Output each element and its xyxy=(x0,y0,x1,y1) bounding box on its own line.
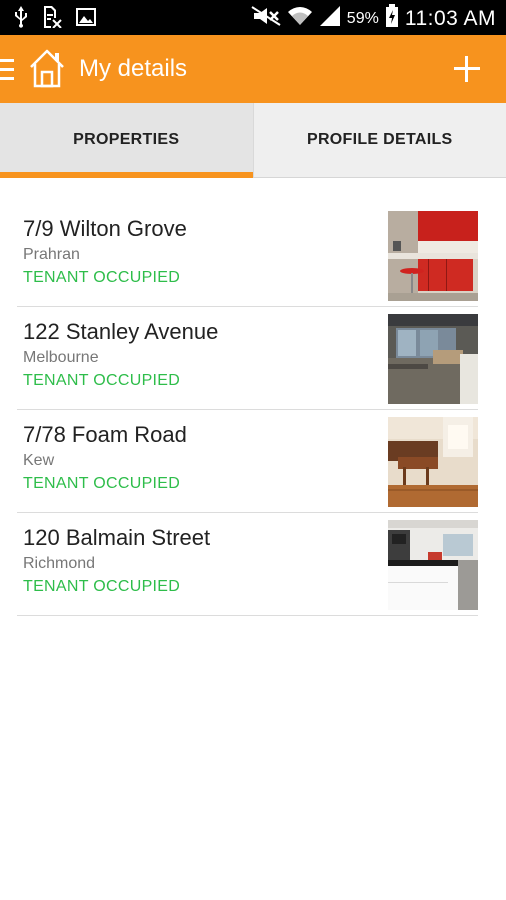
mute-icon xyxy=(251,5,281,32)
property-address: 120 Balmain Street xyxy=(23,525,211,550)
tab-properties[interactable]: PROPERTIES xyxy=(0,103,253,178)
list-item[interactable]: 7/9 Wilton Grove Prahran TENANT OCCUPIED xyxy=(17,204,478,307)
app-bar: My details xyxy=(0,35,506,103)
property-status: TENANT OCCUPIED xyxy=(23,372,181,389)
list-item[interactable]: 7/78 Foam Road Kew TENANT OCCUPIED xyxy=(17,410,478,513)
property-list: 7/9 Wilton Grove Prahran TENANT OCCUPIED… xyxy=(17,204,478,616)
page-title: My details xyxy=(79,55,188,82)
tab-bar: PROPERTIES PROFILE DETAILS xyxy=(0,103,506,178)
wifi-icon xyxy=(287,5,313,32)
property-status: TENANT OCCUPIED xyxy=(23,578,181,595)
signal-icon xyxy=(319,5,341,32)
add-icon[interactable] xyxy=(454,56,480,82)
property-thumbnail xyxy=(388,520,478,610)
tab-profile-details[interactable]: PROFILE DETAILS xyxy=(252,103,506,177)
property-address: 7/78 Foam Road xyxy=(23,422,187,447)
property-address: 7/9 Wilton Grove xyxy=(23,216,187,241)
list-item[interactable]: 120 Balmain Street Richmond TENANT OCCUP… xyxy=(17,513,478,616)
property-status: TENANT OCCUPIED xyxy=(23,269,181,286)
property-suburb: Richmond xyxy=(23,555,96,572)
image-icon xyxy=(76,8,96,31)
usb-icon xyxy=(14,6,28,33)
battery-percent: 59% xyxy=(346,9,379,27)
battery-charging-icon xyxy=(385,4,399,33)
status-bar: 59% 11:03 AM xyxy=(0,0,506,35)
property-thumbnail xyxy=(388,211,478,301)
menu-icon[interactable] xyxy=(0,59,14,81)
property-thumbnail xyxy=(388,417,478,507)
property-suburb: Kew xyxy=(23,452,55,469)
property-suburb: Prahran xyxy=(23,246,80,263)
property-suburb: Melbourne xyxy=(23,349,99,366)
sim-card-x-icon xyxy=(42,6,62,33)
property-thumbnail xyxy=(388,314,478,404)
list-item[interactable]: 122 Stanley Avenue Melbourne TENANT OCCU… xyxy=(17,307,478,410)
clock: 11:03 AM xyxy=(404,6,496,30)
property-address: 122 Stanley Avenue xyxy=(23,319,219,344)
home-icon[interactable] xyxy=(27,47,67,94)
property-status: TENANT OCCUPIED xyxy=(23,475,181,492)
